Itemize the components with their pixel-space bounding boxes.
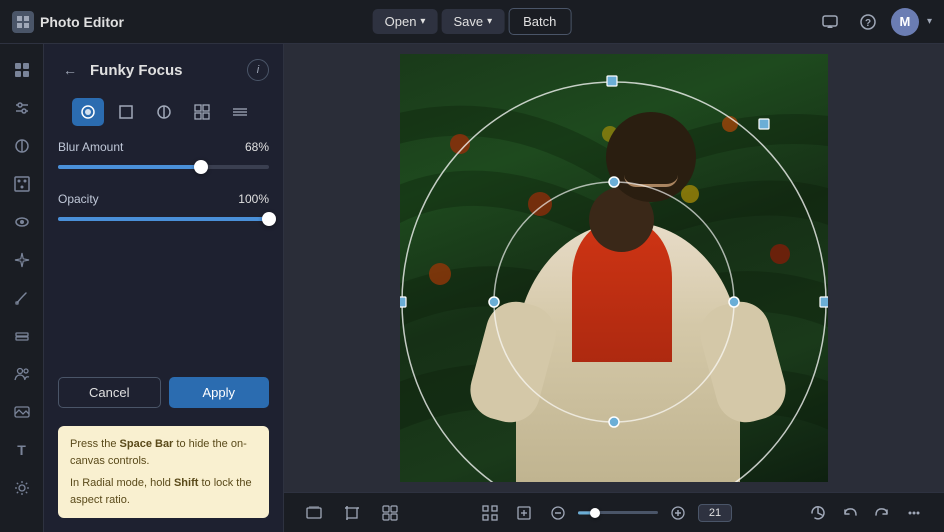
zoom-value[interactable]: 21: [698, 504, 732, 522]
bottom-right-icons: [804, 499, 928, 527]
info-icon: i: [257, 64, 259, 76]
batch-label: Batch: [523, 14, 556, 29]
crop-icon-button[interactable]: [338, 499, 366, 527]
opacity-label: Opacity: [58, 192, 99, 206]
logo-icon: [12, 11, 34, 33]
cancel-label: Cancel: [89, 385, 129, 400]
profile-chevron[interactable]: ▾: [927, 16, 932, 27]
zoom-in-button[interactable]: [664, 499, 692, 527]
batch-button[interactable]: Batch: [508, 8, 571, 35]
apply-label: Apply: [202, 385, 235, 400]
mode-tabs: [44, 94, 283, 140]
panel-title: Funky Focus: [90, 62, 239, 79]
save-label: Save: [453, 14, 483, 29]
panel-info-button[interactable]: i: [247, 59, 269, 81]
photo-image: [400, 54, 828, 482]
panel: ← Funky Focus i: [44, 44, 284, 532]
apply-button[interactable]: Apply: [169, 377, 270, 408]
svg-text:?: ?: [865, 18, 871, 29]
topbar: Photo Editor Open ▾ Save ▾ Batch ? M ▾: [0, 0, 944, 44]
iconbar-eye[interactable]: [6, 206, 38, 238]
opacity-slider-wrap: [58, 212, 269, 226]
opacity-value: 100%: [238, 192, 269, 206]
hint-spacebar-key: Space Bar: [120, 438, 174, 450]
person-group: [488, 132, 768, 482]
cancel-button[interactable]: Cancel: [58, 377, 161, 408]
panel-body: Blur Amount 68% Opacity 100%: [44, 140, 283, 367]
iconbar-image[interactable]: [6, 396, 38, 428]
open-chevron: ▾: [420, 16, 425, 27]
blur-label-row: Blur Amount 68%: [58, 140, 269, 154]
photo-container: [400, 54, 828, 482]
blur-label: Blur Amount: [58, 140, 123, 154]
iconbar-halfcircle[interactable]: [6, 130, 38, 162]
iconbar-text[interactable]: T: [6, 434, 38, 466]
canvas-viewport[interactable]: [284, 44, 944, 492]
hint-shift-key: Shift: [174, 477, 198, 489]
redo-icon-button[interactable]: [868, 499, 896, 527]
zoom-controls: 21: [476, 499, 732, 527]
panel-header: ← Funky Focus i: [44, 44, 283, 94]
actual-size-button[interactable]: [510, 499, 538, 527]
blur-slider-wrap: [58, 160, 269, 174]
hint-text-1: Press the: [70, 438, 120, 450]
topbar-right: ? M ▾: [815, 7, 932, 37]
open-label: Open: [385, 14, 417, 29]
history-icon-button[interactable]: [804, 499, 832, 527]
help-icon-button[interactable]: ?: [853, 7, 883, 37]
blur-amount-row: Blur Amount 68%: [58, 140, 269, 174]
open-button[interactable]: Open ▾: [373, 9, 438, 34]
app-logo: Photo Editor: [12, 11, 124, 33]
mode-tab-half[interactable]: [148, 98, 180, 126]
hint-box: Press the Space Bar to hide the on-canva…: [58, 426, 269, 518]
avatar-initial: M: [900, 14, 911, 29]
iconbar-settings[interactable]: [6, 472, 38, 504]
more-icon-button[interactable]: [900, 499, 928, 527]
mode-tab-grid[interactable]: [186, 98, 218, 126]
father-head: [606, 112, 696, 202]
zoom-thumb: [590, 508, 600, 518]
layers-icon-button[interactable]: [300, 499, 328, 527]
bottombar: 21: [284, 492, 944, 532]
opacity-row: Opacity 100%: [58, 192, 269, 226]
panel-buttons: Cancel Apply: [44, 367, 283, 422]
hint-line1: Press the Space Bar to hide the on-canva…: [70, 436, 257, 469]
hint-line2: In Radial mode, hold Shift to lock the a…: [70, 475, 257, 508]
mode-tab-circle[interactable]: [72, 98, 104, 126]
save-button[interactable]: Save ▾: [441, 9, 504, 34]
opacity-label-row: Opacity 100%: [58, 192, 269, 206]
mode-tab-motion[interactable]: [224, 98, 256, 126]
iconbar-layers[interactable]: [6, 320, 38, 352]
fit-screen-button[interactable]: [476, 499, 504, 527]
iconbar-sparkle[interactable]: [6, 244, 38, 276]
iconbar: T: [0, 44, 44, 532]
topbar-center-actions: Open ▾ Save ▾ Batch: [373, 8, 572, 35]
app-title: Photo Editor: [40, 14, 124, 30]
avatar[interactable]: M: [891, 8, 919, 36]
iconbar-filter[interactable]: [6, 168, 38, 200]
zoom-out-button[interactable]: [544, 499, 572, 527]
iconbar-people[interactable]: [6, 358, 38, 390]
chat-icon-button[interactable]: [815, 7, 845, 37]
hint-text-3: In Radial mode, hold: [70, 477, 174, 489]
zoom-slider-track[interactable]: [578, 511, 658, 514]
canvas-area: 21: [284, 44, 944, 532]
main-area: T ← Funky Focus i: [0, 44, 944, 532]
undo-icon-button[interactable]: [836, 499, 864, 527]
iconbar-brush[interactable]: [6, 282, 38, 314]
panel-back-button[interactable]: ←: [58, 58, 82, 82]
iconbar-home[interactable]: [6, 54, 38, 86]
grid-icon-button[interactable]: [376, 499, 404, 527]
iconbar-adjust[interactable]: [6, 92, 38, 124]
save-chevron: ▾: [487, 16, 492, 27]
back-icon: ←: [63, 62, 77, 78]
blur-value: 68%: [245, 140, 269, 154]
smile: [624, 175, 678, 187]
mode-tab-rect[interactable]: [110, 98, 142, 126]
